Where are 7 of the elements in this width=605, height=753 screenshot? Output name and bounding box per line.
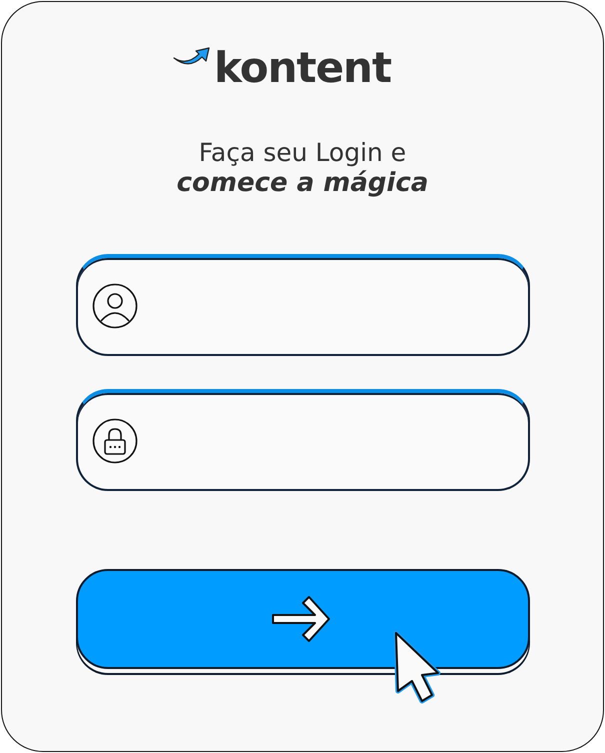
heading-emphasis: comece a mágica: [176, 168, 428, 198]
input-field[interactable]: [76, 389, 530, 491]
lock-icon: [92, 418, 138, 464]
heading-text: Faça seu Login e: [198, 138, 406, 168]
logo-text: kontent: [214, 42, 392, 94]
input-field[interactable]: [76, 254, 530, 356]
user-icon: [92, 283, 138, 329]
